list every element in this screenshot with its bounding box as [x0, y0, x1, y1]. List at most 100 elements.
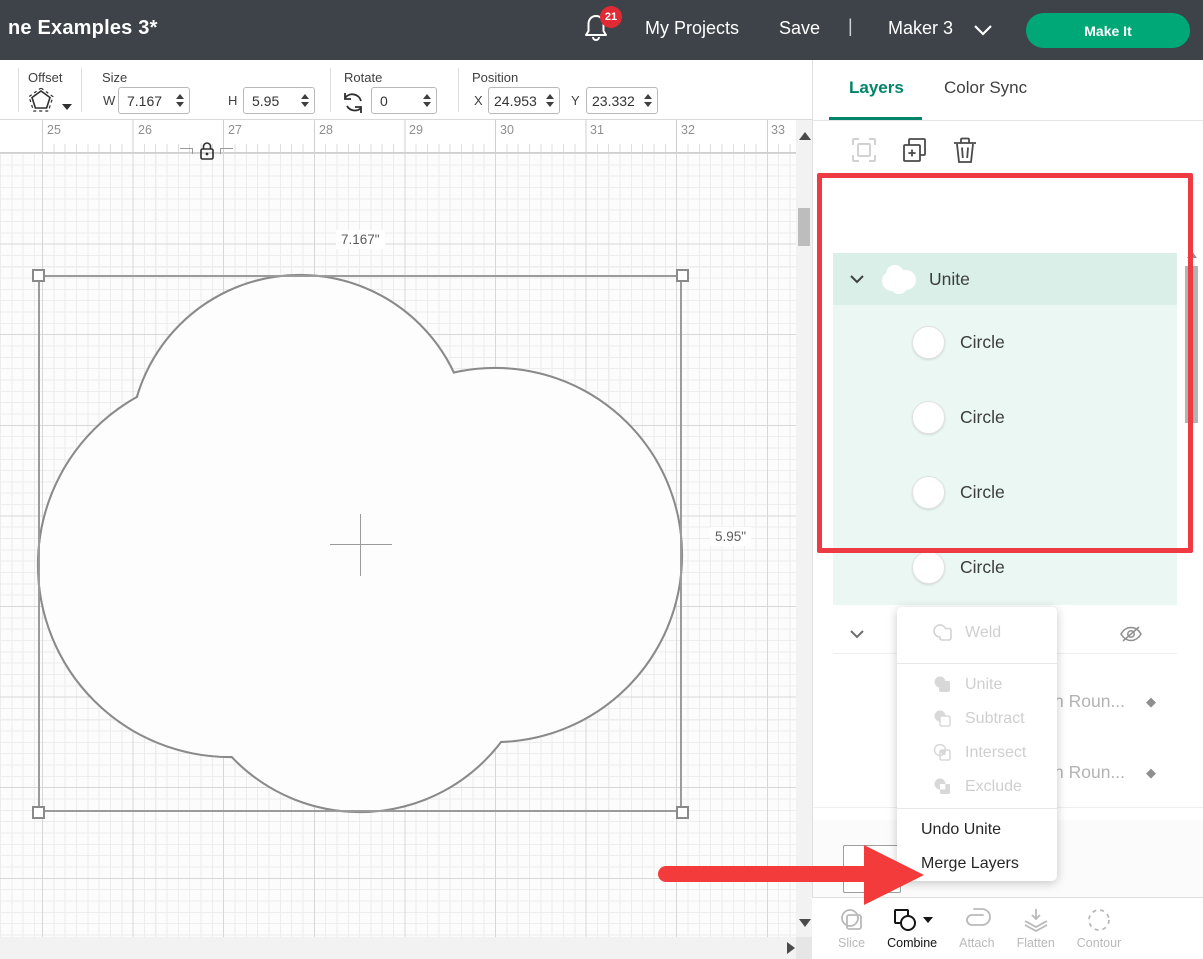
- selection-handle-bottom-right[interactable]: [676, 806, 689, 819]
- my-projects-link[interactable]: My Projects: [645, 18, 739, 39]
- make-it-button[interactable]: Make It: [1026, 13, 1190, 48]
- menu-divider: [897, 808, 1057, 809]
- menu-item-subtract[interactable]: Subtract: [897, 702, 1057, 736]
- attach-button[interactable]: Attach: [959, 907, 994, 950]
- rotate-input[interactable]: [372, 88, 418, 113]
- stepper-up-icon: [644, 94, 652, 99]
- stepper-up-icon: [546, 94, 554, 99]
- combine-caret-icon: [923, 917, 933, 923]
- design-canvas[interactable]: 25 26 27 28 29 30 31 32 33 7.167" 5.95": [0, 120, 812, 959]
- stepper-down-icon: [301, 102, 309, 107]
- menu-item-weld[interactable]: Weld: [897, 607, 1057, 659]
- ruler-number: 33: [771, 123, 785, 137]
- offset-caret-icon[interactable]: [62, 104, 72, 110]
- combine-button[interactable]: Combine: [887, 907, 937, 950]
- offset-button[interactable]: [28, 88, 58, 119]
- save-link[interactable]: Save: [779, 18, 820, 39]
- notification-badge: 21: [600, 6, 622, 28]
- horizontal-scrollbar[interactable]: [0, 937, 812, 959]
- eye-off-icon[interactable]: [1119, 625, 1143, 643]
- x-position-input[interactable]: [489, 88, 541, 113]
- layer-row-unite[interactable]: Unite: [833, 253, 1177, 305]
- scroll-down-icon[interactable]: [799, 919, 811, 927]
- scroll-up-icon[interactable]: [799, 132, 811, 140]
- menu-item-undo-unite[interactable]: Undo Unite: [897, 813, 1057, 847]
- menu-label: Unite: [965, 676, 1002, 694]
- header-separator: |: [848, 16, 853, 37]
- layer-row-circle[interactable]: Circle: [833, 455, 1177, 530]
- ruler-number: 26: [138, 123, 152, 137]
- tab-layers[interactable]: Layers: [849, 78, 904, 98]
- width-input-box: [118, 87, 190, 114]
- vertical-scrollbar[interactable]: [796, 120, 812, 937]
- rotate-stepper[interactable]: [418, 88, 436, 113]
- slice-button[interactable]: Slice: [838, 907, 865, 950]
- height-input-box: [243, 87, 315, 114]
- rotate-button[interactable]: [341, 91, 365, 120]
- width-stepper[interactable]: [171, 88, 189, 113]
- attach-label: Attach: [959, 936, 994, 950]
- lock-ratio-button[interactable]: [198, 140, 216, 167]
- contour-label: Contour: [1077, 936, 1121, 950]
- stepper-down-icon: [546, 102, 554, 107]
- offset-icon: [28, 88, 58, 114]
- size-label: Size: [102, 70, 127, 85]
- menu-item-merge-layers[interactable]: Merge Layers: [897, 847, 1057, 881]
- layer-row-circle[interactable]: Circle: [833, 530, 1177, 605]
- circle-thumbnail: [912, 326, 945, 359]
- chevron-down-icon: [973, 24, 993, 36]
- height-input[interactable]: [244, 88, 296, 113]
- y-position-input[interactable]: [587, 88, 639, 113]
- y-stepper[interactable]: [639, 88, 657, 113]
- slice-label: Slice: [838, 936, 865, 950]
- diamond-icon: ◆: [1146, 694, 1156, 710]
- x-stepper[interactable]: [541, 88, 559, 113]
- app-header: ne Examples 3* 21 My Projects Save | Mak…: [0, 0, 1203, 60]
- combine-dropdown-menu: Weld Unite Subtract Intersect Exclude Un…: [897, 607, 1057, 881]
- flatten-button[interactable]: Flatten: [1017, 907, 1055, 950]
- machine-selector[interactable]: Maker 3: [888, 18, 953, 39]
- chevron-down-icon[interactable]: [849, 274, 865, 284]
- united-quatrefoil-shape[interactable]: [0, 120, 812, 959]
- ruler-number: 30: [500, 123, 514, 137]
- panel-scroll-thumb[interactable]: [1185, 266, 1198, 423]
- stepper-up-icon: [301, 94, 309, 99]
- vertical-scroll-thumb[interactable]: [798, 208, 810, 246]
- layer-row-circle[interactable]: Circle: [833, 305, 1177, 380]
- exclude-icon: [933, 778, 953, 796]
- menu-item-exclude[interactable]: Exclude: [897, 770, 1057, 804]
- width-input[interactable]: [119, 88, 171, 113]
- unite-shape-thumbnail: [879, 261, 921, 297]
- rotate-label: Rotate: [344, 70, 382, 85]
- chevron-down-icon[interactable]: [849, 629, 865, 639]
- menu-item-intersect[interactable]: Intersect: [897, 736, 1057, 770]
- selection-width-label: 7.167": [336, 230, 385, 249]
- toolbar-divider: [458, 68, 459, 112]
- subtract-icon: [933, 710, 953, 728]
- hidden-layer-name[interactable]: n Roun...: [1054, 691, 1125, 712]
- combine-icon: [892, 907, 918, 933]
- height-stepper[interactable]: [296, 88, 314, 113]
- tab-color-sync[interactable]: Color Sync: [944, 78, 1027, 98]
- layer-name: Circle: [960, 557, 1005, 578]
- offset-label: Offset: [28, 70, 62, 85]
- shape-center-cross: [330, 544, 392, 545]
- toolbar-divider: [81, 68, 82, 112]
- notifications-button[interactable]: 21: [583, 12, 619, 48]
- contour-button[interactable]: Contour: [1077, 907, 1121, 950]
- ruler-number: 31: [590, 123, 604, 137]
- menu-item-unite[interactable]: Unite: [897, 668, 1057, 702]
- flatten-label: Flatten: [1017, 936, 1055, 950]
- edit-toolbar: Offset Size W H Rotate: [0, 60, 812, 120]
- hidden-layer-name[interactable]: n Roun...: [1054, 762, 1125, 783]
- selection-handle-top-right[interactable]: [676, 269, 689, 282]
- rotate-input-box: [371, 87, 437, 114]
- layer-name: Circle: [960, 482, 1005, 503]
- selection-handle-top-left[interactable]: [32, 269, 45, 282]
- panel-scroll-up-icon[interactable]: [1187, 251, 1197, 258]
- layer-row-circle[interactable]: Circle: [833, 380, 1177, 455]
- menu-divider: [897, 663, 1057, 664]
- panel-footer-box[interactable]: [843, 845, 901, 893]
- selection-handle-bottom-left[interactable]: [32, 806, 45, 819]
- scroll-right-icon[interactable]: [787, 942, 795, 954]
